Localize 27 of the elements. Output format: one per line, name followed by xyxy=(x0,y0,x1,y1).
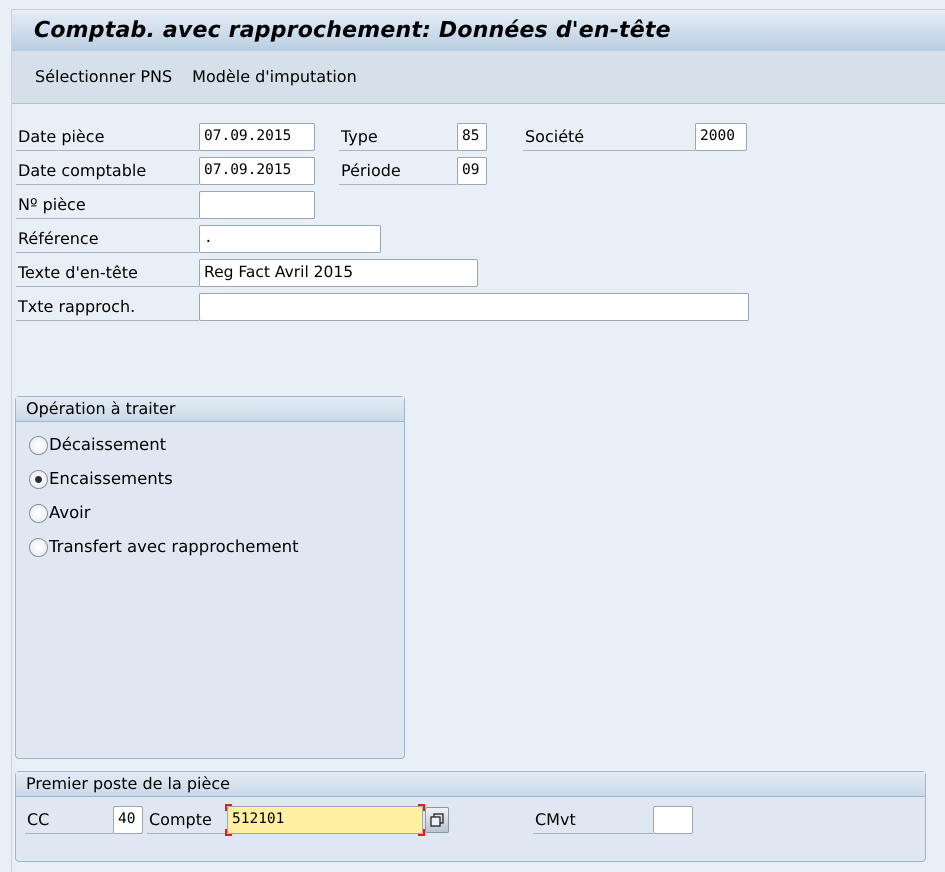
input-field[interactable] xyxy=(199,191,315,219)
copy-button[interactable] xyxy=(425,807,449,833)
radio-label[interactable]: Avoir xyxy=(49,500,91,526)
input-field[interactable]: 512101 xyxy=(227,806,423,834)
group-title: Opération à traiter xyxy=(16,397,404,422)
input-field[interactable]: 09 xyxy=(457,157,487,185)
group-title: Premier poste de la pièce xyxy=(16,772,925,797)
input-field[interactable]: 2000 xyxy=(695,123,747,151)
copy-icon xyxy=(430,813,444,827)
radio-label[interactable]: Transfert avec rapprochement xyxy=(49,534,299,560)
input-field[interactable] xyxy=(199,293,749,321)
radio-button[interactable] xyxy=(29,436,48,454)
radio-button[interactable] xyxy=(29,538,48,556)
screen-title: Comptab. avec rapprochement: Données d'en-tête xyxy=(34,17,671,45)
input-field[interactable] xyxy=(653,806,693,834)
input-field[interactable]: 85 xyxy=(457,123,487,151)
input-field[interactable]: 07.09.2015 xyxy=(199,157,315,185)
radio-button[interactable] xyxy=(29,504,48,522)
input-field[interactable]: Reg Fact Avril 2015 xyxy=(199,259,478,287)
radio-label[interactable]: Décaissement xyxy=(49,432,166,458)
toolbar-button[interactable]: Sélectionner PNS xyxy=(28,61,180,93)
input-field[interactable]: 40 xyxy=(113,806,143,834)
input-field[interactable]: 07.09.2015 xyxy=(199,123,315,151)
radio-label[interactable]: Encaissements xyxy=(49,466,173,492)
toolbar-button[interactable]: Modèle d'imputation xyxy=(185,61,364,93)
input-field[interactable]: . xyxy=(199,225,381,253)
radio-button[interactable] xyxy=(29,470,48,488)
